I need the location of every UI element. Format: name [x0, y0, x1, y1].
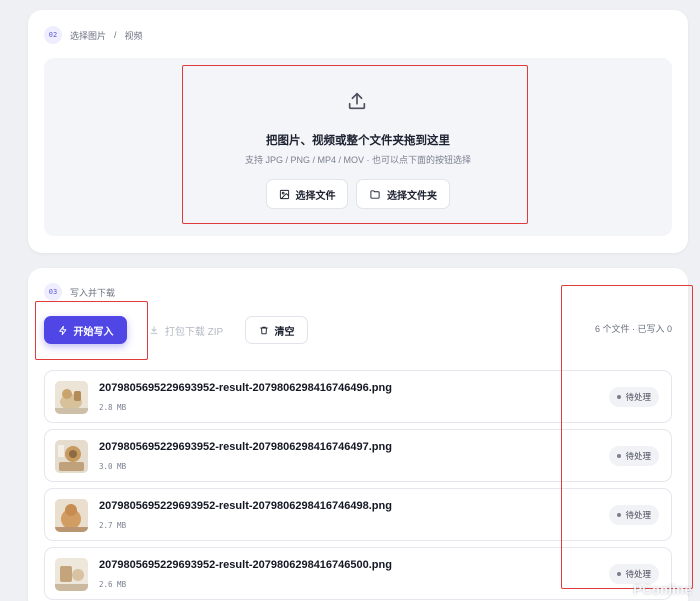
- file-name: 2079805695229693952-result-2079806298416…: [99, 441, 392, 453]
- select-section-header: 02 选择图片 / 视频: [44, 26, 143, 44]
- status-dot: [617, 513, 622, 517]
- status-dot: [617, 572, 622, 576]
- file-size: 2.8 MB: [99, 403, 127, 412]
- watermark-logo: PConline: [633, 582, 692, 597]
- status-badge: 待处理: [609, 564, 659, 584]
- file-thumbnail: [55, 381, 88, 414]
- select-folder-button[interactable]: 选择文件夹: [356, 179, 450, 209]
- select-card: 02 选择图片 / 视频 把图片、视频或整个文件夹拖到这里 支持 JPG / P…: [28, 10, 688, 253]
- select-folder-label: 选择文件夹: [387, 190, 437, 202]
- file-row[interactable]: 2079805695229693952-result-2079806298416…: [44, 547, 672, 600]
- write-card: 03 写入并下载 开始写入 打包下载 ZIP 清空 6 个文件 · 已写入 0 …: [28, 268, 688, 601]
- status-badge: 待处理: [609, 387, 659, 407]
- download-zip-label: 打包下载 ZIP: [164, 326, 224, 338]
- status-badge: 待处理: [609, 505, 659, 525]
- status-label: 待处理: [625, 392, 651, 402]
- start-write-label: 开始写入: [73, 326, 114, 338]
- file-size: 3.0 MB: [99, 462, 127, 471]
- folder-icon: [369, 189, 381, 200]
- upload-icon: [346, 90, 368, 112]
- breadcrumb-images: 选择图片: [70, 30, 107, 41]
- file-name: 2079805695229693952-result-2079806298416…: [99, 559, 392, 571]
- drop-zone-title: 把图片、视频或整个文件夹拖到这里: [266, 135, 450, 147]
- trash-icon: [259, 325, 269, 336]
- write-section-title: 写入并下载: [70, 287, 116, 298]
- file-size: 2.7 MB: [99, 521, 127, 530]
- file-name: 2079805695229693952-result-2079806298416…: [99, 500, 392, 512]
- file-summary: 6 个文件 · 已写入 0: [594, 324, 672, 334]
- write-section-header: 03 写入并下载: [44, 283, 115, 301]
- step-badge-02: 02: [44, 26, 62, 44]
- bolt-icon: [58, 325, 68, 336]
- drop-zone-subtitle: 支持 JPG / PNG / MP4 / MOV · 也可以点下面的按钮选择: [244, 155, 472, 165]
- status-dot: [617, 395, 622, 399]
- status-dot: [617, 454, 622, 458]
- status-label: 待处理: [625, 451, 651, 461]
- breadcrumb-separator: /: [114, 30, 117, 40]
- download-zip-button[interactable]: 打包下载 ZIP: [138, 316, 234, 344]
- file-thumbnail: [55, 440, 88, 473]
- breadcrumb-video: 视频: [124, 30, 143, 41]
- status-label: 待处理: [625, 569, 651, 579]
- file-row[interactable]: 2079805695229693952-result-2079806298416…: [44, 429, 672, 482]
- file-thumbnail: [55, 499, 88, 532]
- status-badge: 待处理: [609, 446, 659, 466]
- file-row[interactable]: 2079805695229693952-result-2079806298416…: [44, 488, 672, 541]
- clear-button[interactable]: 清空: [245, 316, 308, 344]
- file-size: 2.6 MB: [99, 580, 127, 589]
- file-thumbnail: [55, 558, 88, 591]
- select-file-label: 选择文件: [295, 190, 336, 202]
- file-row[interactable]: 2079805695229693952-result-2079806298416…: [44, 370, 672, 423]
- select-file-button[interactable]: 选择文件: [266, 179, 348, 209]
- step-badge-03: 03: [44, 283, 62, 301]
- status-label: 待处理: [625, 510, 651, 520]
- file-name: 2079805695229693952-result-2079806298416…: [99, 382, 392, 394]
- download-icon: [149, 325, 159, 335]
- image-icon: [279, 189, 290, 200]
- clear-label: 清空: [274, 326, 295, 338]
- start-write-button[interactable]: 开始写入: [44, 316, 127, 344]
